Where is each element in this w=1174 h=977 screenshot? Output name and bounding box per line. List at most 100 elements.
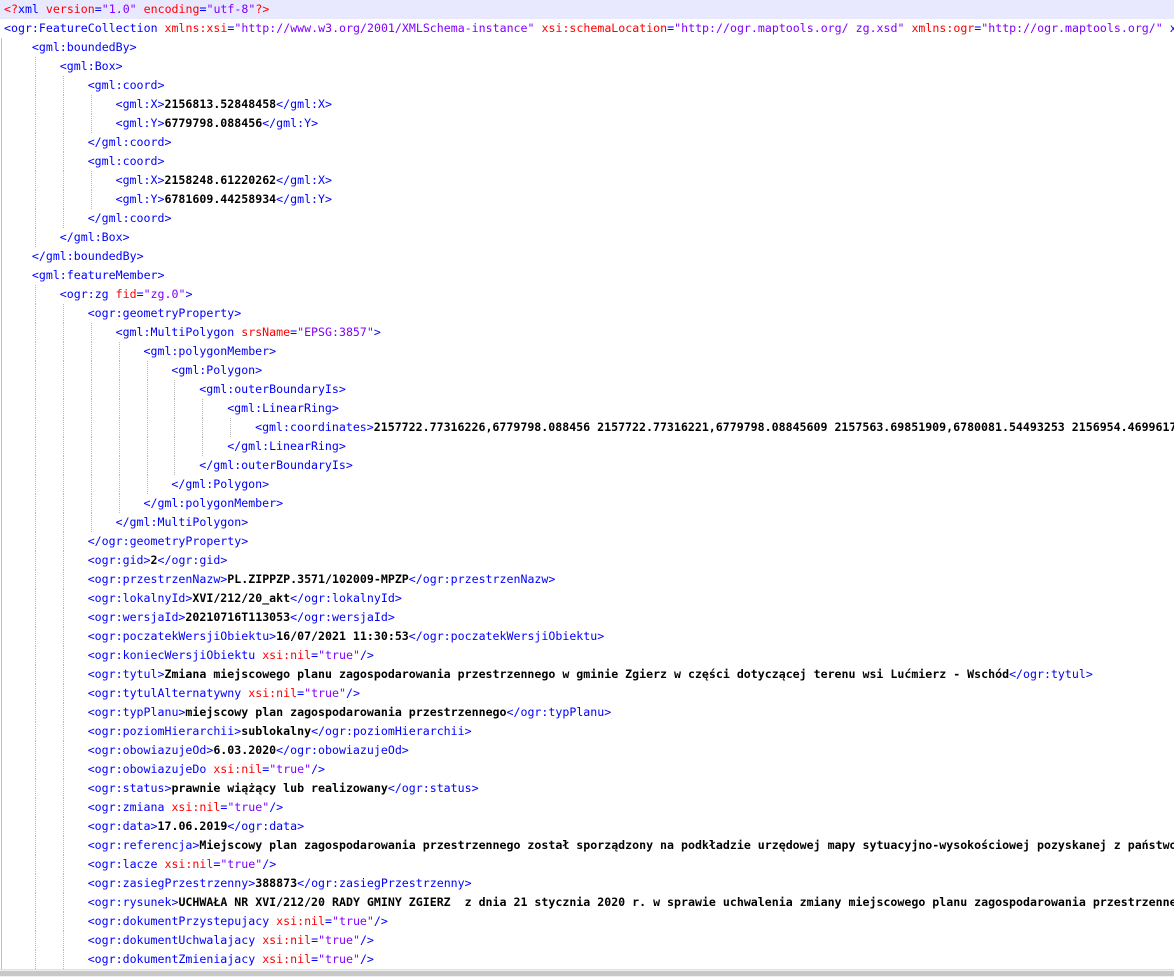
code-line[interactable]: <gml:coord> bbox=[0, 76, 1174, 95]
xml-tag: </gml:polygonMember> bbox=[143, 496, 284, 510]
xml-tag: <gml:X> bbox=[115, 97, 165, 111]
indent-guide bbox=[34, 456, 36, 475]
line-content: </gml:boundedBy> bbox=[32, 249, 144, 263]
indent-guide bbox=[62, 855, 64, 874]
code-line[interactable]: <ogr:gid>2</ogr:gid> bbox=[0, 551, 1174, 570]
indent-guide bbox=[34, 665, 36, 684]
fold-margin-guide bbox=[1, 152, 2, 171]
xml-text: 20210716T113053 bbox=[185, 610, 291, 624]
code-line[interactable]: <ogr:zg fid="zg.0"> bbox=[0, 285, 1174, 304]
code-line[interactable]: <ogr:rysunek>UCHWAŁA NR XVI/212/20 RADY … bbox=[0, 893, 1174, 912]
code-line[interactable]: <ogr:wersjaId>20210716T113053</ogr:wersj… bbox=[0, 608, 1174, 627]
line-content: <ogr:FeatureCollection xmlns:xsi="http:/… bbox=[4, 21, 1174, 35]
code-line[interactable]: <gml:coord> bbox=[0, 152, 1174, 171]
code-line[interactable]: </gml:polygonMember> bbox=[0, 494, 1174, 513]
code-line[interactable]: <ogr:lokalnyId>XVI/212/20_akt</ogr:lokal… bbox=[0, 589, 1174, 608]
xml-tag: </ogr:data> bbox=[227, 819, 305, 833]
xml-tag: </gml:Box> bbox=[59, 230, 130, 244]
code-line[interactable]: <ogr:data>17.06.2019</ogr:data> bbox=[0, 817, 1174, 836]
code-line[interactable]: </gml:outerBoundaryIs> bbox=[0, 456, 1174, 475]
code-line[interactable]: <ogr:FeatureCollection xmlns:xsi="http:/… bbox=[0, 19, 1174, 38]
code-line[interactable]: </ogr:geometryProperty> bbox=[0, 532, 1174, 551]
code-line[interactable]: <ogr:typPlanu>miejscowy plan zagospodaro… bbox=[0, 703, 1174, 722]
code-line[interactable]: </gml:coord> bbox=[0, 133, 1174, 152]
line-content: </ogr:geometryProperty> bbox=[88, 534, 249, 548]
line-content: <gml:polygonMember> bbox=[144, 344, 277, 358]
xml-tag: = bbox=[325, 914, 333, 928]
fold-margin-guide bbox=[1, 304, 2, 323]
code-line[interactable]: </gml:Polygon> bbox=[0, 475, 1174, 494]
indent-guide bbox=[202, 418, 204, 437]
fold-margin-guide bbox=[1, 266, 2, 285]
xml-tag: </gml:outerBoundaryIs> bbox=[199, 458, 353, 472]
code-line[interactable]: </gml:coord> bbox=[0, 209, 1174, 228]
scrollbar-thumb[interactable] bbox=[0, 971, 1174, 976]
code-line[interactable]: <ogr:tytul>Zmiana miejscowego planu zago… bbox=[0, 665, 1174, 684]
code-line[interactable]: <ogr:dokumentUchwalajacy xsi:nil="true"/… bbox=[0, 931, 1174, 950]
code-line[interactable]: <gml:polygonMember> bbox=[0, 342, 1174, 361]
code-line[interactable]: <?xml version="1.0" encoding="utf-8"?> bbox=[0, 0, 1174, 19]
code-line[interactable]: <gml:featureMember> bbox=[0, 266, 1174, 285]
xml-text: XVI/212/20_akt bbox=[192, 591, 291, 605]
code-line[interactable]: <gml:Y>6781609.44258934</gml:Y> bbox=[0, 190, 1174, 209]
code-line[interactable]: <gml:MultiPolygon srsName="EPSG:3857"> bbox=[0, 323, 1174, 342]
horizontal-scrollbar[interactable] bbox=[0, 969, 1174, 977]
code-line[interactable]: </gml:MultiPolygon> bbox=[0, 513, 1174, 532]
code-line[interactable]: <ogr:poziomHierarchii>sublokalny</ogr:po… bbox=[0, 722, 1174, 741]
indent-guide bbox=[34, 190, 36, 209]
code-line[interactable]: <ogr:dokumentZmieniajacy xsi:nil="true"/… bbox=[0, 950, 1174, 969]
indent-guide bbox=[62, 665, 64, 684]
code-line[interactable]: <gml:outerBoundaryIs> bbox=[0, 380, 1174, 399]
code-line[interactable]: </gml:LinearRing> bbox=[0, 437, 1174, 456]
code-line[interactable]: <ogr:referencja>Miejscowy plan zagospoda… bbox=[0, 836, 1174, 855]
line-content: <ogr:rysunek>UCHWAŁA NR XVI/212/20 RADY … bbox=[88, 895, 1174, 909]
xml-tag: <gml:Box> bbox=[59, 59, 123, 73]
line-content: <ogr:poziomHierarchii>sublokalny</ogr:po… bbox=[88, 724, 472, 738]
xml-attribute: srsName bbox=[241, 325, 291, 339]
code-line[interactable]: <gml:Polygon> bbox=[0, 361, 1174, 380]
code-line[interactable]: </gml:Box> bbox=[0, 228, 1174, 247]
code-line[interactable]: <gml:coordinates>2157722.77316226,677979… bbox=[0, 418, 1174, 437]
code-line[interactable]: <gml:boundedBy> bbox=[0, 38, 1174, 57]
xml-tag: <ogr:obowiazujeOd> bbox=[87, 743, 214, 757]
line-content: <gml:MultiPolygon srsName="EPSG:3857"> bbox=[116, 325, 381, 339]
code-line[interactable]: <ogr:obowiazujeDo xsi:nil="true"/> bbox=[0, 760, 1174, 779]
indent-guide bbox=[34, 342, 36, 361]
xml-tag: </ogr:gid> bbox=[157, 553, 228, 567]
code-line[interactable]: <ogr:dokumentPrzystepujacy xsi:nil="true… bbox=[0, 912, 1174, 931]
xml-tag: = bbox=[311, 648, 319, 662]
line-content: <gml:boundedBy> bbox=[32, 40, 137, 54]
line-content: </gml:coord> bbox=[88, 211, 172, 225]
xml-editor[interactable]: <?xml version="1.0" encoding="utf-8"?> <o… bbox=[0, 0, 1174, 970]
code-line[interactable]: <ogr:zasiegPrzestrzenny>388873</ogr:zasi… bbox=[0, 874, 1174, 893]
indent-guide bbox=[62, 551, 64, 570]
xml-text: sublokalny bbox=[241, 724, 312, 738]
code-line[interactable]: <ogr:zmiana xsi:nil="true"/> bbox=[0, 798, 1174, 817]
code-line[interactable]: <ogr:status>prawnie wiążący lub realizow… bbox=[0, 779, 1174, 798]
fold-margin-guide bbox=[1, 38, 2, 57]
code-line[interactable]: <gml:X>2156813.52848458</gml:X> bbox=[0, 95, 1174, 114]
xml-tag bbox=[535, 21, 542, 35]
indent-guide bbox=[34, 380, 36, 399]
code-line[interactable]: <gml:Y>6779798.088456</gml:Y> bbox=[0, 114, 1174, 133]
line-content: <ogr:koniecWersjiObiektu xsi:nil="true"/… bbox=[88, 648, 374, 662]
code-line[interactable]: <gml:Box> bbox=[0, 57, 1174, 76]
xml-tag: /> bbox=[359, 648, 374, 662]
xml-tag: <ogr:tytul> bbox=[87, 667, 165, 681]
code-line[interactable]: <gml:X>2158248.61220262</gml:X> bbox=[0, 171, 1174, 190]
line-content: <gml:coordinates>2157722.77316226,677979… bbox=[255, 420, 1174, 434]
indent-guide bbox=[34, 855, 36, 874]
code-line[interactable]: <ogr:koniecWersjiObiektu xsi:nil="true"/… bbox=[0, 646, 1174, 665]
xml-tag: <ogr:tytulAlternatywny bbox=[87, 686, 249, 700]
code-line[interactable]: <ogr:lacze xsi:nil="true"/> bbox=[0, 855, 1174, 874]
xml-declaration-delimiter: <? bbox=[4, 2, 18, 16]
code-line[interactable]: <ogr:tytulAlternatywny xsi:nil="true"/> bbox=[0, 684, 1174, 703]
code-line[interactable]: <ogr:geometryProperty> bbox=[0, 304, 1174, 323]
code-line[interactable]: <ogr:poczatekWersjiObiektu>16/07/2021 11… bbox=[0, 627, 1174, 646]
code-line[interactable]: </gml:boundedBy> bbox=[0, 247, 1174, 266]
code-line[interactable]: <ogr:przestrzenNazw>PL.ZIPPZP.3571/10200… bbox=[0, 570, 1174, 589]
code-line[interactable]: <gml:LinearRing> bbox=[0, 399, 1174, 418]
indent-guide bbox=[34, 228, 36, 247]
code-line[interactable]: <ogr:obowiazujeOd>6.03.2020</ogr:obowiaz… bbox=[0, 741, 1174, 760]
line-content: <gml:Y>6779798.088456</gml:Y> bbox=[116, 116, 318, 130]
